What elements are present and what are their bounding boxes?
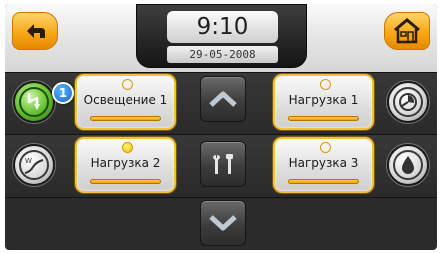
water-button-ring <box>393 150 423 180</box>
energy-button-ring <box>19 87 49 117</box>
channel-button-lighting-1[interactable]: Освещение 1 <box>75 74 176 130</box>
channel-level-bar <box>90 179 161 184</box>
channel-lamp-indicator <box>320 79 331 90</box>
channel-label: Нагрузка 1 <box>288 93 359 107</box>
divider <box>5 134 437 135</box>
control-panel-screen: 9:10 29-05-2008 1 W Освещение 1 Нагрузка… <box>5 4 437 250</box>
clock-date: 29-05-2008 <box>167 46 278 63</box>
channel-lamp-indicator <box>320 142 331 153</box>
channel-level-bar <box>288 116 359 121</box>
divider <box>5 197 437 198</box>
back-arrow-icon <box>27 24 45 38</box>
channel-label: Нагрузка 2 <box>90 156 161 170</box>
svg-text:W: W <box>25 157 32 165</box>
water-button[interactable] <box>387 144 429 186</box>
tools-icon <box>213 154 233 174</box>
channel-level-bar <box>288 179 359 184</box>
channel-label: Освещение 1 <box>83 93 168 107</box>
channel-lamp-indicator <box>122 142 133 153</box>
water-drop-icon <box>402 156 414 174</box>
back-button[interactable] <box>12 12 58 50</box>
channel-label: Нагрузка 3 <box>288 156 359 170</box>
channel-level-bar <box>90 116 161 121</box>
clock-time: 9:10 <box>167 11 278 43</box>
energy-button[interactable] <box>13 81 55 123</box>
divider <box>5 72 437 73</box>
graph-w-icon: W <box>24 157 44 174</box>
channel-button-load-1[interactable]: Нагрузка 1 <box>273 74 374 130</box>
scroll-up-button[interactable] <box>200 76 246 122</box>
graph-button[interactable]: W <box>13 144 55 186</box>
chevron-up-icon <box>209 91 237 107</box>
clock-panel: 9:10 29-05-2008 <box>136 4 307 68</box>
settings-button[interactable] <box>200 141 246 187</box>
scroll-down-button[interactable] <box>200 200 246 246</box>
home-button[interactable] <box>384 12 430 50</box>
lightning-icon <box>27 93 40 110</box>
home-icon <box>394 18 420 44</box>
channel-button-load-3[interactable]: Нагрузка 3 <box>273 137 374 193</box>
notification-badge: 1 <box>52 82 74 104</box>
channel-button-load-2[interactable]: Нагрузка 2 <box>75 137 176 193</box>
channel-lamp-indicator <box>122 79 133 90</box>
chevron-down-icon <box>209 215 237 231</box>
gauge-button-ring <box>393 87 423 117</box>
gauge-button[interactable] <box>387 81 429 123</box>
gauge-icon <box>399 93 417 111</box>
graph-button-ring: W <box>19 150 49 180</box>
